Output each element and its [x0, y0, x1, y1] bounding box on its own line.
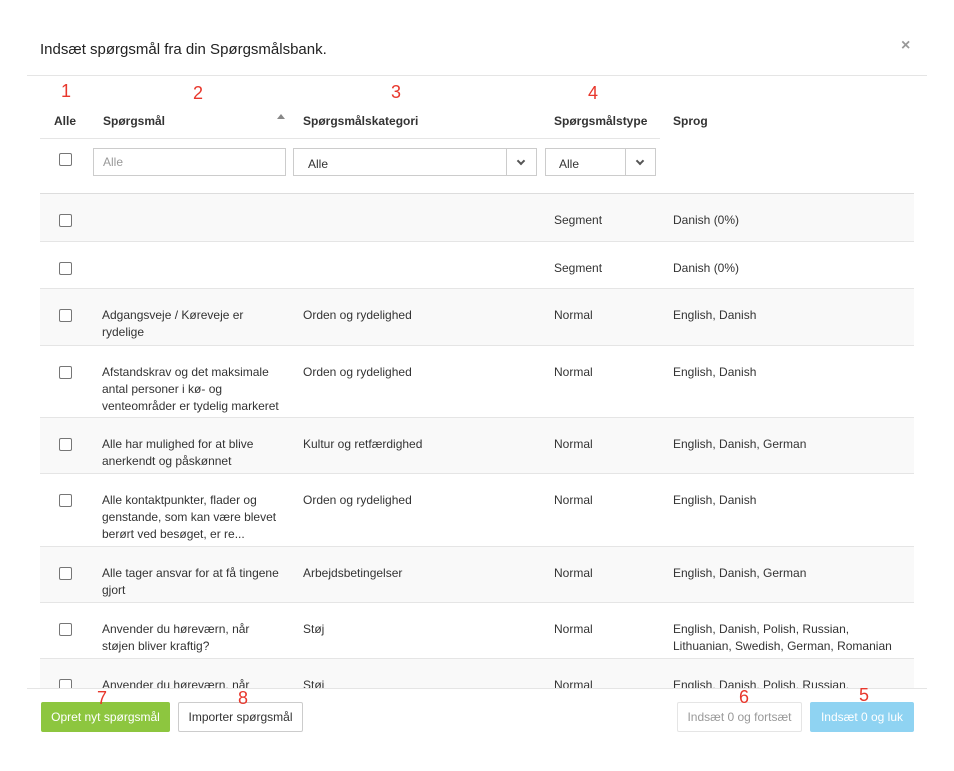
question-cell: Alle har mulighed for at blive anerkendt…	[102, 437, 254, 468]
row-checkbox[interactable]	[59, 567, 72, 580]
question-cell: Alle tager ansvar for at få tingene gjor…	[102, 566, 279, 597]
category-cell: Arbejdsbetingelser	[303, 566, 403, 580]
row-checkbox[interactable]	[59, 623, 72, 636]
type-filter-value: Alle	[559, 157, 580, 171]
question-filter-input[interactable]	[93, 148, 286, 176]
language-cell: Danish (0%)	[673, 261, 740, 275]
category-cell: Orden og rydelighed	[303, 365, 412, 379]
table-row[interactable]: Alle tager ansvar for at få tingene gjor…	[40, 547, 914, 603]
header-row-divider	[40, 138, 660, 139]
language-cell: English, Danish	[673, 493, 757, 507]
column-header-question[interactable]: Spørgsmål	[103, 114, 165, 128]
category-cell: Orden og rydelighed	[303, 493, 412, 507]
type-cell: Normal	[554, 365, 593, 379]
header-divider	[27, 75, 927, 76]
annotation-3: 3	[391, 82, 402, 102]
row-checkbox[interactable]	[59, 494, 72, 507]
row-checkbox[interactable]	[59, 262, 72, 275]
column-header-category[interactable]: Spørgsmålskategori	[303, 114, 418, 128]
close-icon[interactable]: ×	[901, 37, 910, 55]
table-row[interactable]: Alle kontaktpunkter, flader og genstande…	[40, 474, 914, 547]
select-all-checkbox[interactable]	[59, 153, 72, 166]
column-header-language[interactable]: Sprog	[673, 114, 708, 128]
annotation-4: 4	[588, 83, 599, 103]
language-cell: English, Danish, Polish, Russian, Lithua…	[673, 622, 892, 653]
category-cell: Orden og rydelighed	[303, 308, 412, 322]
annotation-8: 8	[238, 688, 249, 708]
table-row[interactable]: Adgangsveje / Køreveje er rydelige Orden…	[40, 289, 914, 346]
column-header-all: Alle	[54, 114, 77, 128]
annotation-1: 1	[61, 81, 72, 101]
type-cell: Normal	[554, 493, 593, 507]
type-cell: Normal	[554, 622, 593, 636]
type-cell: Segment	[554, 213, 603, 227]
row-checkbox[interactable]	[59, 309, 72, 322]
category-filter-select[interactable]: Alle	[293, 148, 537, 176]
table-row[interactable]: Alle har mulighed for at blive anerkendt…	[40, 418, 914, 474]
chevron-down-icon	[635, 156, 645, 166]
language-cell: English, Danish	[673, 365, 757, 379]
type-cell: Segment	[554, 261, 603, 275]
category-cell: Kultur og retfærdighed	[303, 437, 423, 451]
question-cell: Afstandskrav og det maksimale antal pers…	[102, 365, 279, 413]
table-row[interactable]: Afstandskrav og det maksimale antal pers…	[40, 346, 914, 418]
category-filter-value: Alle	[308, 157, 329, 171]
table-row[interactable]: Anvender du høreværn, når støjen bliver …	[40, 603, 914, 659]
row-checkbox[interactable]	[59, 366, 72, 379]
category-filter-dropdown-button[interactable]	[506, 149, 536, 175]
modal-title: Indsæt spørgsmål fra din Spørgsmålsbank.	[40, 41, 327, 58]
question-cell: Alle kontaktpunkter, flader og genstande…	[102, 493, 277, 541]
annotation-2: 2	[193, 83, 204, 103]
question-cell: Adgangsveje / Køreveje er rydelige	[102, 308, 244, 339]
annotation-5: 5	[859, 685, 870, 705]
row-checkbox[interactable]	[59, 438, 72, 451]
language-cell: Danish (0%)	[673, 213, 740, 227]
language-cell: English, Danish	[673, 308, 757, 322]
insert-and-close-button[interactable]: Indsæt 0 og luk	[810, 702, 914, 732]
chevron-down-icon	[516, 156, 526, 166]
type-filter-dropdown-button[interactable]	[625, 149, 655, 175]
annotation-7: 7	[97, 688, 108, 708]
type-cell: Normal	[554, 308, 593, 322]
type-cell: Normal	[554, 437, 593, 451]
table-row[interactable]: Segment Danish (0%)	[40, 242, 914, 289]
language-cell: English, Danish, German	[673, 437, 807, 451]
type-cell: Normal	[554, 566, 593, 580]
category-cell: Støj	[303, 622, 325, 636]
question-cell: Anvender du høreværn, når støjen bliver …	[102, 622, 250, 653]
column-header-type[interactable]: Spørgsmålstype	[554, 114, 647, 128]
sort-up-icon[interactable]	[277, 114, 285, 119]
annotation-6: 6	[739, 687, 750, 707]
row-checkbox[interactable]	[59, 214, 72, 227]
language-cell: English, Danish, German	[673, 566, 807, 580]
type-filter-select[interactable]: Alle	[545, 148, 656, 176]
table-row[interactable]: Segment Danish (0%)	[40, 194, 914, 242]
